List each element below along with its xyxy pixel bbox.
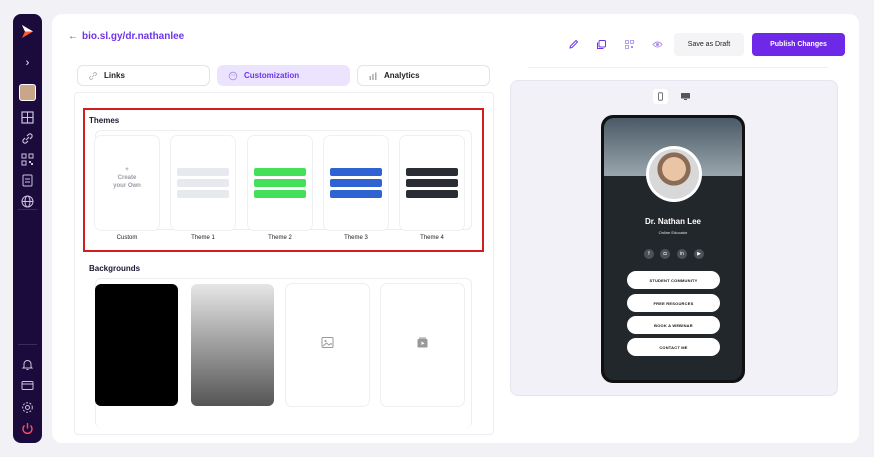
desktop-icon	[681, 93, 690, 100]
theme-preview-bar	[406, 168, 458, 176]
bar-chart-icon	[369, 72, 377, 80]
dashboard-icon[interactable]	[20, 110, 35, 125]
tab-customization[interactable]: Customization	[217, 65, 350, 86]
theme-card-custom[interactable]: + Create your Own	[95, 136, 159, 230]
linkedin-icon[interactable]: in	[677, 249, 687, 259]
profile-name: Dr. Nathan Lee	[644, 217, 701, 226]
theme-preview-bar	[177, 168, 229, 176]
youtube-icon[interactable]: ▶	[694, 249, 704, 259]
duplicate-button[interactable]	[591, 34, 611, 54]
backgrounds-title: Backgrounds	[89, 264, 141, 273]
pencil-icon	[568, 39, 578, 49]
profile-link-button[interactable]: STUDENT COMMUNITY	[627, 271, 720, 289]
background-option-video[interactable]	[381, 284, 464, 406]
theme-label: Theme 4	[420, 235, 444, 241]
theme-preview-bar	[406, 190, 458, 198]
profile-subtitle: Online Educator	[658, 230, 688, 235]
theme-preview-bar	[177, 190, 229, 198]
mobile-icon	[658, 92, 663, 101]
facebook-icon[interactable]: f	[644, 249, 654, 259]
divider	[528, 67, 828, 68]
link-icon[interactable]	[20, 131, 35, 146]
theme-card-1[interactable]	[171, 136, 235, 230]
sidebar: ›	[13, 14, 42, 443]
link-icon	[89, 71, 97, 80]
profile-url[interactable]: bio.sl.gy/dr.nathanlee	[82, 31, 184, 42]
qr-code-button[interactable]	[619, 34, 639, 54]
qr-code-icon	[624, 39, 634, 49]
themes-title: Themes	[89, 116, 120, 125]
profile-avatar	[646, 146, 702, 202]
theme-preview-bar	[177, 179, 229, 187]
desktop-view-button[interactable]	[678, 89, 693, 104]
logo-icon[interactable]	[20, 24, 35, 39]
theme-card-4[interactable]	[400, 136, 464, 230]
tab-analytics[interactable]: Analytics	[357, 65, 490, 86]
theme-label: Custom	[116, 235, 138, 241]
background-option-gradient[interactable]	[191, 284, 274, 406]
theme-preview-bar	[330, 190, 382, 198]
tab-label: Links	[104, 71, 125, 80]
mobile-view-button[interactable]	[653, 89, 668, 104]
sidebar-divider	[18, 209, 37, 210]
theme-preview-bar	[330, 168, 382, 176]
profile-link-button[interactable]: FREE RESOURCES	[627, 294, 720, 312]
theme-card-2[interactable]	[248, 136, 312, 230]
globe-icon[interactable]	[20, 194, 35, 209]
qr-code-icon[interactable]	[20, 152, 35, 167]
save-as-draft-button[interactable]: Save as Draft	[674, 33, 744, 56]
expand-sidebar-icon[interactable]: ›	[13, 57, 42, 69]
settings-gear-icon[interactable]	[20, 400, 35, 415]
background-option-black[interactable]	[95, 284, 178, 406]
theme-label: Theme 3	[344, 235, 368, 241]
profile-link-button[interactable]: CONTACT ME	[627, 338, 720, 356]
back-link[interactable]: ← bio.sl.gy/dr.nathanlee	[68, 31, 184, 42]
image-icon	[321, 337, 334, 348]
tab-links[interactable]: Links	[77, 65, 210, 86]
billing-card-icon[interactable]	[20, 378, 35, 393]
theme-preview-bar	[330, 179, 382, 187]
theme-card-3[interactable]	[324, 136, 388, 230]
tab-label: Customization	[244, 71, 300, 80]
eye-icon	[651, 41, 663, 47]
avatar[interactable]	[19, 84, 36, 101]
power-logout-icon[interactable]	[20, 421, 35, 436]
edit-pencil-button[interactable]	[563, 34, 583, 54]
preview-eye-button[interactable]	[647, 34, 667, 54]
publish-changes-button[interactable]: Publish Changes	[752, 33, 845, 56]
theme-preview-bar	[406, 179, 458, 187]
sidebar-divider	[18, 344, 37, 345]
phone-preview: Dr. Nathan Lee Online Educator f ◘ in ▶ …	[601, 115, 745, 383]
video-icon	[417, 337, 428, 348]
tab-label: Analytics	[384, 71, 420, 80]
instagram-icon[interactable]: ◘	[660, 249, 670, 259]
copy-icon	[596, 39, 606, 49]
theme-preview-bar	[254, 190, 306, 198]
theme-preview-bar	[254, 168, 306, 176]
create-your-own-text: + Create your Own	[113, 167, 141, 189]
theme-label: Theme 2	[268, 235, 292, 241]
back-arrow-icon[interactable]: ←	[68, 31, 78, 42]
document-icon[interactable]	[20, 173, 35, 188]
background-option-image[interactable]	[286, 284, 369, 406]
palette-icon	[228, 71, 238, 80]
theme-preview-bar	[254, 179, 306, 187]
phone-screen: Dr. Nathan Lee Online Educator f ◘ in ▶ …	[604, 118, 742, 380]
profile-link-button[interactable]: BOOK A WEBINAR	[627, 316, 720, 334]
bell-icon[interactable]	[20, 357, 35, 372]
theme-label: Theme 1	[191, 235, 215, 241]
